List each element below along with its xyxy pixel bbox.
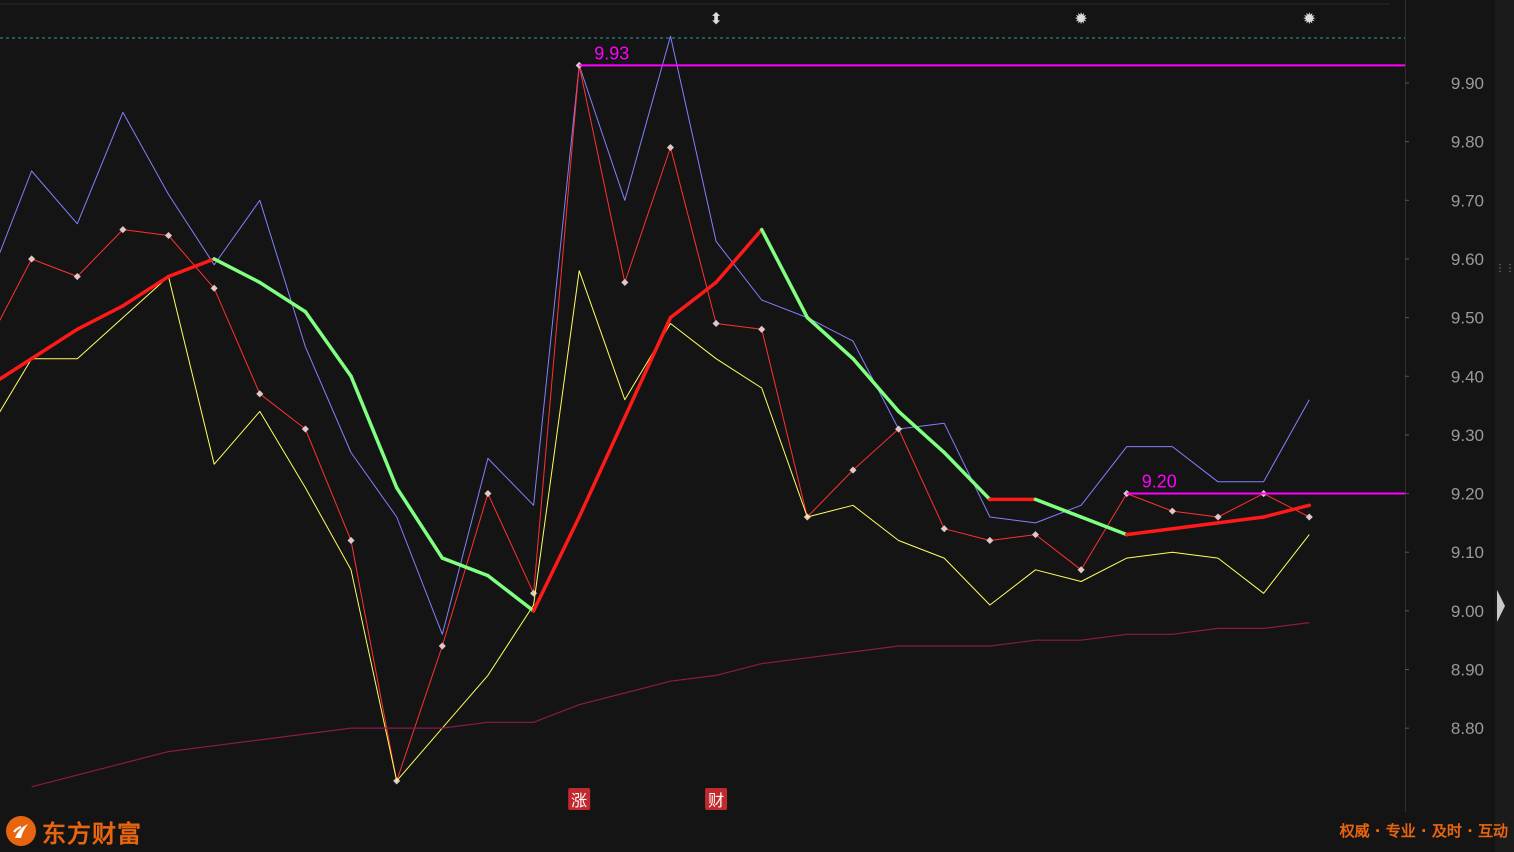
eastmoney-logo-icon	[6, 816, 36, 846]
price-chart[interactable]: 9.90 9.80 9.70 9.60 9.50 9.40 9.30 9.20 9.10 9.00…	[0, 0, 1514, 852]
price-levels: 9.93 9.20	[579, 43, 1405, 495]
series-point	[28, 255, 36, 263]
trend-segment	[1125, 526, 1175, 537]
top-icons[interactable]: ⬍ ✹ ✹	[709, 9, 1316, 28]
series-line-0	[0, 35, 1310, 635]
series-point	[986, 536, 994, 545]
right-scroll-rail[interactable]	[1495, 0, 1514, 852]
y-tick-label: 9.30	[1451, 426, 1484, 445]
y-tick-label: 9.00	[1451, 602, 1484, 621]
y-tick-label: 8.80	[1451, 719, 1484, 738]
level-label: 9.20	[1142, 472, 1177, 492]
trend-segment	[349, 374, 399, 490]
series-point	[1305, 513, 1313, 521]
series-line-2	[0, 270, 1310, 782]
trend-segment	[759, 227, 810, 320]
series-point	[758, 325, 766, 333]
trend-segment	[29, 327, 80, 361]
trend-segment	[1170, 521, 1220, 531]
expand-arrow-icon[interactable]	[1497, 590, 1505, 622]
y-tick-label: 8.90	[1451, 661, 1484, 680]
y-tick-label: 9.70	[1451, 191, 1484, 210]
series-point	[621, 278, 629, 286]
trend-segment	[577, 415, 627, 519]
trend-segment	[714, 227, 764, 285]
brand-name: 东方财富	[42, 819, 142, 848]
series-lines	[0, 35, 1313, 788]
trend-segment	[75, 304, 125, 332]
trend-segment	[805, 315, 855, 361]
brand-logo-block: 东方财富	[6, 812, 142, 850]
trend-segment	[896, 409, 946, 455]
series-point	[940, 525, 948, 533]
y-tick-label: 9.50	[1451, 309, 1484, 328]
series-point	[712, 319, 720, 328]
trend-segment	[440, 556, 490, 578]
series-point	[666, 143, 674, 152]
gear-icon[interactable]: ✹	[1074, 9, 1087, 28]
trend-segment	[394, 485, 445, 560]
series-point	[1214, 513, 1222, 521]
series-point	[1168, 507, 1176, 515]
level-label: 9.93	[594, 43, 629, 63]
trend-segment	[942, 450, 992, 502]
trend-segment	[1216, 515, 1266, 525]
series-point	[484, 490, 492, 498]
y-tick-label: 9.10	[1451, 543, 1484, 562]
trend-segment	[258, 280, 308, 314]
event-markers[interactable]: 涨财	[568, 788, 728, 810]
trend-segment	[1261, 503, 1312, 519]
trend-segment	[303, 309, 353, 378]
trend-segment	[851, 356, 901, 414]
y-tick-label: 9.60	[1451, 250, 1484, 269]
trend-segment	[0, 356, 34, 382]
event-badge[interactable]: 涨	[568, 788, 591, 810]
brand-slogan: 权威 · 专业 · 及时 · 互动	[1339, 822, 1508, 840]
y-tick-label: 9.90	[1451, 74, 1484, 93]
trend-segment	[531, 515, 581, 613]
series-line-1	[0, 64, 1310, 782]
up-down-arrow-icon[interactable]: ⬍	[709, 9, 722, 28]
trend-segment	[623, 315, 673, 420]
trend-segment	[121, 274, 171, 308]
series-point	[347, 536, 355, 545]
series-line-3	[31, 622, 1310, 788]
y-tick-label: 9.20	[1451, 485, 1484, 504]
trend-segment	[668, 280, 718, 320]
event-badge-label: 财	[708, 791, 724, 810]
event-badge[interactable]: 财	[705, 788, 728, 810]
series-point	[438, 642, 446, 650]
trend-segment	[486, 573, 536, 613]
y-tick-label: 9.40	[1451, 367, 1484, 386]
y-tick-label: 9.80	[1451, 133, 1484, 152]
trend-segment	[212, 257, 262, 285]
rail-grip-icon[interactable]: ⋮⋮	[1495, 264, 1514, 274]
event-badge-label: 涨	[571, 791, 587, 810]
y-axis: 9.90 9.80 9.70 9.60 9.50 9.40 9.30 9.20 9.10 9.00…	[0, 0, 1484, 812]
gear-icon[interactable]: ✹	[1303, 9, 1316, 28]
